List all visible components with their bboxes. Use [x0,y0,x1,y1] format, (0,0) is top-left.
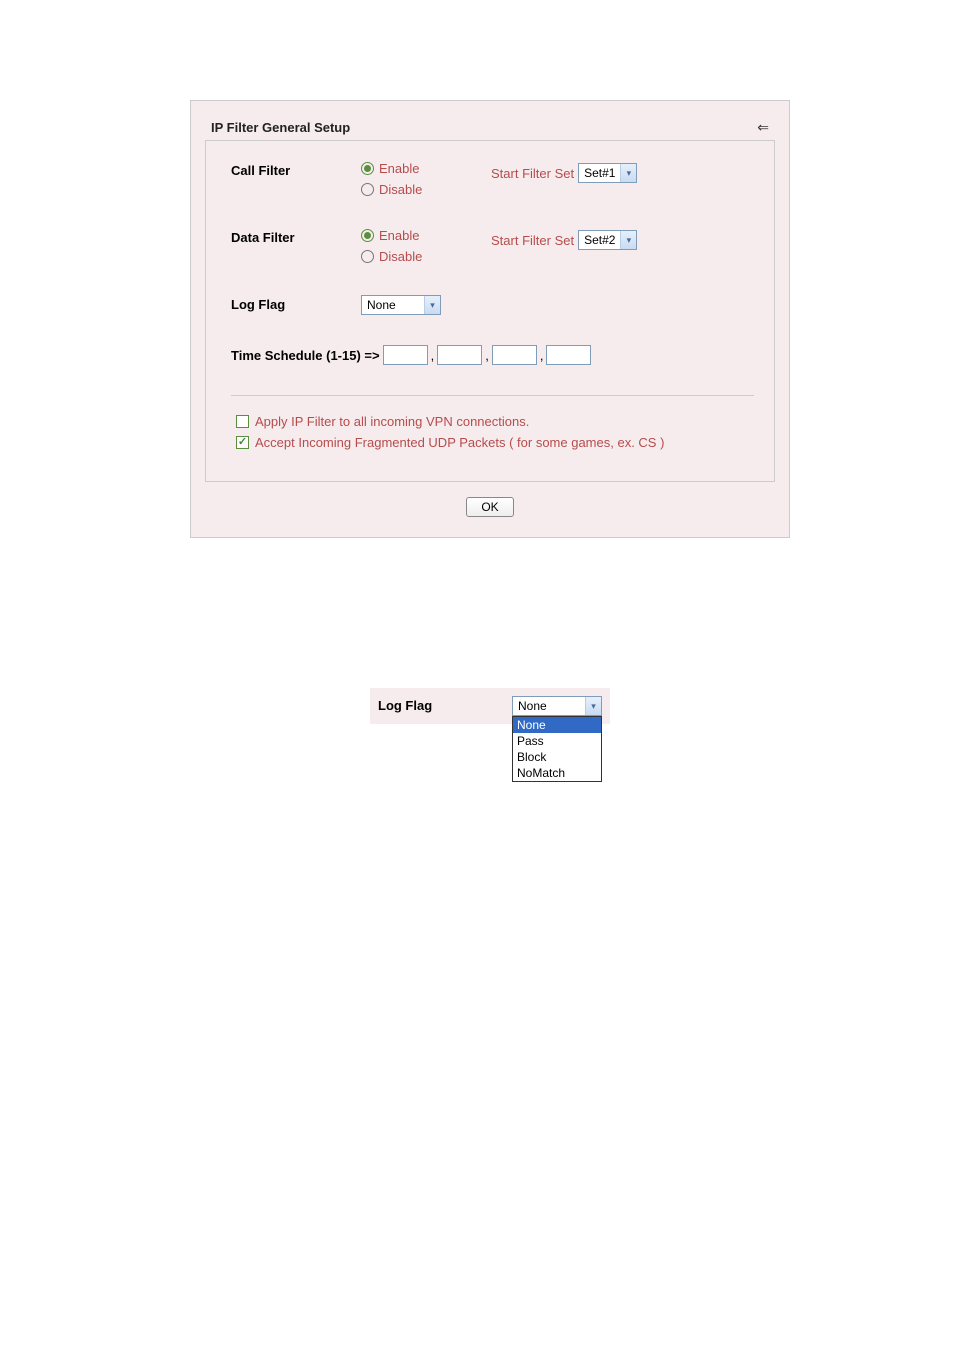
select-value: Set#1 [579,166,620,180]
data-filter-radios: Enable Disable [361,228,491,270]
radio-unselected-icon [361,250,374,263]
button-row: OK [201,497,779,517]
time-schedule-input-4[interactable] [546,345,591,365]
chevron-down-icon: ▾ [585,697,601,715]
ok-button[interactable]: OK [466,497,513,517]
log-flag-select[interactable]: None ▾ [361,295,441,315]
select-value: None [513,699,585,713]
chevron-down-icon: ▾ [620,164,636,182]
call-filter-disable-option[interactable]: Disable [361,182,491,197]
panel-title: IP Filter General Setup [211,120,350,135]
select-value: None [362,298,424,312]
start-filter-set-label: Start Filter Set [491,233,574,248]
data-filter-start-select[interactable]: Set#2 ▾ [578,230,637,250]
data-filter-start: Start Filter Set Set#2 ▾ [491,228,637,250]
vpn-filter-label: Apply IP Filter to all incoming VPN conn… [255,414,529,429]
call-filter-radios: Enable Disable [361,161,491,203]
time-schedule-row: Time Schedule (1-15) => , , , [231,345,754,365]
log-flag-dropdown: None ▾ None Pass Block NoMatch [512,696,602,716]
separator: , [540,348,544,363]
call-filter-start: Start Filter Set Set#1 ▾ [491,161,637,183]
radio-selected-icon [361,229,374,242]
checkbox-checked-icon [236,436,249,449]
data-filter-label: Data Filter [231,228,361,245]
udp-accept-checkbox-row[interactable]: Accept Incoming Fragmented UDP Packets (… [236,435,754,450]
radio-unselected-icon [361,183,374,196]
back-arrow-icon[interactable]: ⇐ [757,119,769,136]
data-filter-enable-option[interactable]: Enable [361,228,491,243]
time-schedule-input-1[interactable] [383,345,428,365]
log-flag-label: Log Flag [231,295,361,312]
select-value: Set#2 [579,233,620,247]
radio-selected-icon [361,162,374,175]
log-flag-options-list: None Pass Block NoMatch [512,716,602,782]
log-flag-dropdown-example: Log Flag None ▾ None Pass Block NoMatch [370,688,610,724]
settings-box: Call Filter Enable Disable Start Filter … [205,140,775,482]
data-filter-disable-option[interactable]: Disable [361,249,491,264]
vpn-filter-checkbox-row[interactable]: Apply IP Filter to all incoming VPN conn… [236,414,754,429]
enable-label: Enable [379,228,419,243]
call-filter-start-select[interactable]: Set#1 ▾ [578,163,637,183]
chevron-down-icon: ▾ [424,296,440,314]
call-filter-label: Call Filter [231,161,361,178]
separator: , [485,348,489,363]
call-filter-enable-option[interactable]: Enable [361,161,491,176]
time-schedule-label: Time Schedule (1-15) => [231,348,380,363]
log-flag-select-open[interactable]: None ▾ [512,696,602,716]
udp-accept-label: Accept Incoming Fragmented UDP Packets (… [255,435,664,450]
time-schedule-input-2[interactable] [437,345,482,365]
title-row: IP Filter General Setup ⇐ [211,119,769,136]
disable-label: Disable [379,249,422,264]
separator: , [431,348,435,363]
time-schedule-input-3[interactable] [492,345,537,365]
log-flag-option-none[interactable]: None [513,717,601,733]
data-filter-row: Data Filter Enable Disable Start Filter … [231,228,754,270]
call-filter-row: Call Filter Enable Disable Start Filter … [231,161,754,203]
log-flag-label-2: Log Flag [378,696,512,713]
checkbox-unchecked-icon [236,415,249,428]
log-flag-row: Log Flag None ▾ [231,295,754,315]
log-flag-option-pass[interactable]: Pass [513,733,601,749]
enable-label: Enable [379,161,419,176]
chevron-down-icon: ▾ [620,231,636,249]
log-flag-option-nomatch[interactable]: NoMatch [513,765,601,781]
divider [231,395,754,396]
start-filter-set-label: Start Filter Set [491,166,574,181]
disable-label: Disable [379,182,422,197]
log-flag-option-block[interactable]: Block [513,749,601,765]
ip-filter-panel: IP Filter General Setup ⇐ Call Filter En… [190,100,790,538]
